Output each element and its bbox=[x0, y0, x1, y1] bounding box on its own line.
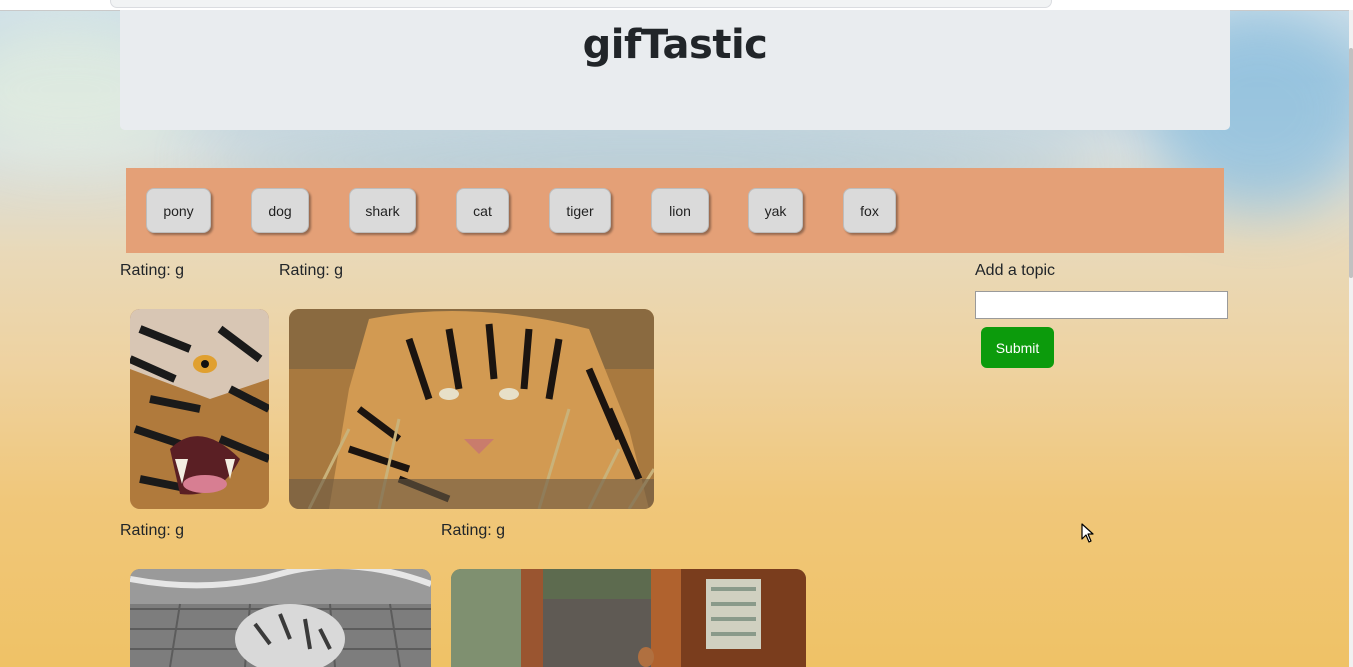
topic-button-pony[interactable]: pony bbox=[146, 188, 211, 233]
white-tiger-swimming-image bbox=[130, 569, 431, 667]
topic-button-lion[interactable]: lion bbox=[651, 188, 709, 233]
gif-rating: Rating: g bbox=[120, 522, 185, 539]
gif-rating: Rating: g bbox=[279, 262, 344, 279]
add-topic-label: Add a topic bbox=[975, 262, 1056, 279]
page-scrollbar[interactable] bbox=[1349, 10, 1353, 667]
address-bar[interactable] bbox=[110, 0, 1052, 8]
mouse-cursor-icon bbox=[1081, 523, 1094, 543]
tiger-gif[interactable] bbox=[130, 569, 431, 667]
submit-button[interactable]: Submit bbox=[981, 327, 1054, 368]
tiger-gif[interactable] bbox=[130, 309, 269, 509]
add-topic-input[interactable] bbox=[975, 291, 1228, 319]
topic-button-tiger[interactable]: tiger bbox=[549, 188, 611, 233]
topic-button-yak[interactable]: yak bbox=[748, 188, 803, 233]
page-title: gifTastic bbox=[582, 22, 768, 68]
tiger-roaring-image bbox=[130, 309, 269, 509]
tiger-enclosure-image bbox=[451, 569, 806, 667]
scrollbar-thumb[interactable] bbox=[1349, 48, 1353, 278]
tiger-lying-image bbox=[289, 309, 654, 509]
topic-buttons-bar: pony dog shark cat tiger lion yak fox bbox=[126, 168, 1224, 253]
tiger-gif[interactable] bbox=[289, 309, 654, 509]
header-jumbotron: gifTastic bbox=[120, 10, 1230, 130]
topic-button-dog[interactable]: dog bbox=[251, 188, 309, 233]
gif-rating: Rating: g bbox=[120, 262, 185, 279]
tiger-gif[interactable] bbox=[451, 569, 806, 667]
topic-button-fox[interactable]: fox bbox=[843, 188, 896, 233]
topic-button-shark[interactable]: shark bbox=[349, 188, 416, 233]
topic-button-cat[interactable]: cat bbox=[456, 188, 509, 233]
gif-rating: Rating: g bbox=[441, 522, 506, 539]
